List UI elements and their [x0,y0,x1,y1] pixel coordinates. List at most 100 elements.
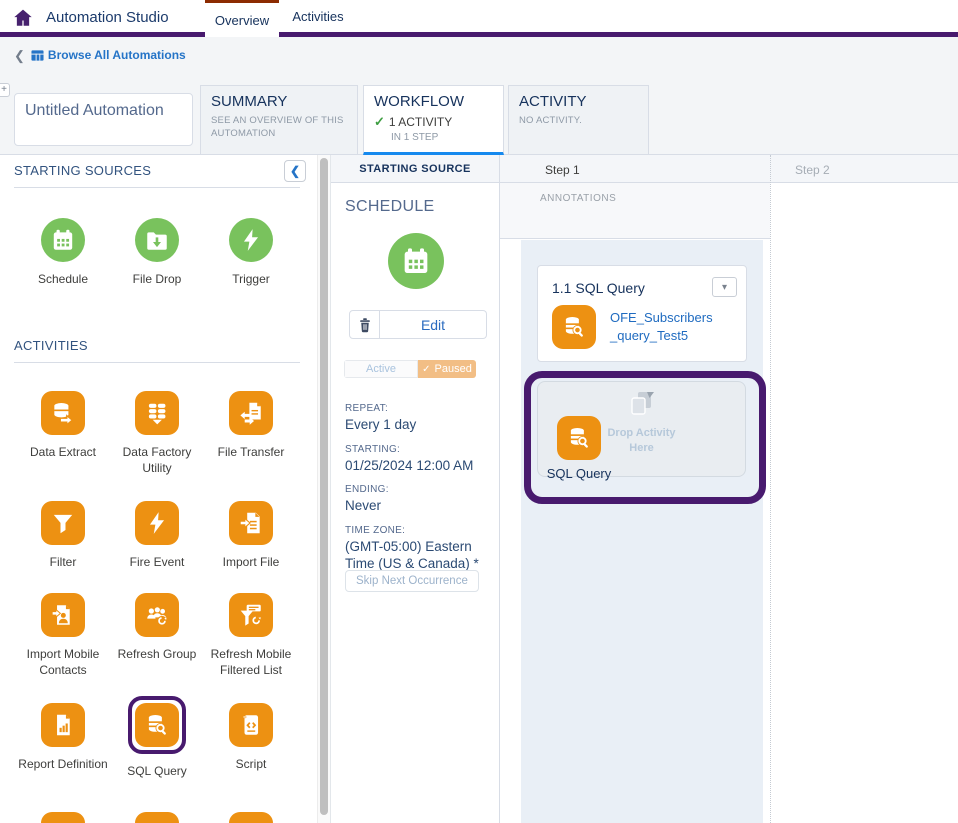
caret-down-icon: ▾ [722,282,727,293]
activity-import-file[interactable]: Import File [204,501,298,571]
activity-filter[interactable]: Filter [16,501,110,571]
activity-label: Import File [223,555,280,571]
starting-source-header: STARTING SOURCE [331,155,499,183]
add-button[interactable]: + [0,83,10,97]
activity-fire-event[interactable]: Fire Event [110,501,204,571]
top-navbar: Automation Studio Overview Activities [0,0,958,37]
activity-card-subtitle: NO ACTIVITY. [519,114,638,127]
funnel-icon [41,501,85,545]
activity-card-title: ACTIVITY [519,93,638,110]
drop-target-highlight: Drop Activity Here SQL Query [524,371,766,504]
starting-source-panel: STARTING SOURCE SCHEDULE Edit Active ✓ P… [330,155,500,823]
timezone-value: (GMT-05:00) Eastern Time (US & Canada) * [345,538,493,573]
activities-row-4: Report Definition SQL Query Script [16,703,300,780]
source-label: File Drop [133,272,182,288]
activity-refresh-group[interactable]: Refresh Group [110,593,204,678]
sql-query-activity-card[interactable]: 1.1 SQL Query ▾ OFE_Subscribers _query_T… [537,265,747,362]
script-icon [229,703,273,747]
dragged-sql-query-icon[interactable] [557,416,601,460]
toggle-active-option[interactable]: Active [344,360,418,378]
activities-row-1: Data Extract Data Factory Utility File T… [16,391,300,476]
schedule-title: SCHEDULE [345,198,435,216]
annotations-band[interactable]: ANNOTATIONS [500,183,770,239]
collapse-sidebar-button[interactable]: ❮ [284,160,306,182]
database-arrow-icon [41,391,85,435]
sidebar-scrollbar[interactable] [317,155,330,823]
activity-label: Import Mobile Contacts [16,647,110,678]
activity-label: Data Extract [30,445,96,461]
activity-data-extract[interactable]: Data Extract [16,391,110,476]
activity-data-factory-utility[interactable]: Data Factory Utility [110,391,204,476]
query-name: OFE_Subscribers _query_Test5 [610,309,713,345]
automation-name-input[interactable]: Untitled Automation [14,93,193,146]
activity-report-definition[interactable]: Report Definition [16,703,110,780]
activity-script[interactable]: Script [204,703,298,780]
timezone-label: TIME ZONE: [345,525,493,536]
tab-activity[interactable]: ACTIVITY NO ACTIVITY. [508,85,649,155]
divider [14,362,300,363]
activity-refresh-mobile-filtered-list[interactable]: Refresh Mobile Filtered List [204,593,298,678]
funnel-refresh-icon [229,593,273,637]
activity-label: Refresh Mobile Filtered List [204,647,298,678]
browse-all-automations-label: Browse All Automations [48,48,186,62]
sql-query-highlight-ring [128,696,186,754]
step-1-header[interactable]: Step 1 [545,163,580,177]
tab-summary[interactable]: SUMMARY SEE AN OVERVIEW OF THIS AUTOMATI… [200,85,358,155]
workflow-canvas: Step 1 Step 2 ANNOTATIONS 1.1 SQL Query … [500,155,958,823]
starting-sources-heading: STARTING SOURCES [14,163,151,178]
folder-down-icon [135,218,179,262]
activity-label: Refresh Group [118,647,197,663]
table-icon [31,49,44,62]
activity-label: SQL Query [127,764,187,780]
repeat-value: Every 1 day [345,416,493,434]
tab-workflow[interactable]: WORKFLOW ✓ 1 ACTIVITY IN 1 STEP [363,85,504,155]
scrollbar-thumb[interactable] [320,158,328,815]
activity-tile[interactable] [204,812,298,823]
delete-schedule-button[interactable] [349,310,380,339]
database-search-icon [552,305,596,349]
browse-all-automations-link[interactable]: Browse All Automations [31,48,186,62]
activity-import-mobile-contacts[interactable]: Import Mobile Contacts [16,593,110,678]
toggle-paused-option[interactable]: ✓ Paused [418,360,476,378]
file-swap-icon [229,391,273,435]
card-dropdown-button[interactable]: ▾ [712,277,737,297]
activity-file-transfer[interactable]: File Transfer [204,391,298,476]
schedule-calendar-icon [388,233,444,289]
active-paused-toggle[interactable]: Active ✓ Paused [344,360,476,378]
app-title: Automation Studio [46,9,169,26]
step-2-header[interactable]: Step 2 [795,163,830,177]
automation-studio-screen: Automation Studio Overview Activities ❮ … [0,0,958,823]
breadcrumb-row: ❮ Browse All Automations [0,37,958,75]
group-refresh-icon [135,593,179,637]
home-icon[interactable] [12,7,34,29]
tab-overview[interactable]: Overview [205,0,279,37]
source-trigger[interactable]: Trigger [204,218,298,288]
main-area: STARTING SOURCES ❮ Schedule File Drop Tr… [0,155,958,823]
database-stack-icon [135,391,179,435]
skip-next-occurrence-button[interactable]: Skip Next Occurrence [345,570,479,592]
starting-sources-row: Schedule File Drop Trigger [16,218,300,288]
activities-row-2: Filter Fire Event Import File [16,501,300,571]
activity-sql-query[interactable]: SQL Query [110,703,204,780]
steps-header-row: Step 1 Step 2 [500,155,958,183]
activity-label: File Transfer [218,445,285,461]
activity-card-title: 1.1 SQL Query [552,280,645,296]
activity-label: Report Definition [18,757,107,773]
source-file-drop[interactable]: File Drop [110,218,204,288]
report-icon [41,703,85,747]
activity-tile[interactable] [110,812,204,823]
activities-row-3: Import Mobile Contacts Refresh Group Ref… [16,593,300,678]
activities-row-5-partial [16,812,300,823]
activities-heading: ACTIVITIES [14,338,88,353]
source-schedule[interactable]: Schedule [16,218,110,288]
tab-activities[interactable]: Activities [284,0,352,32]
file-person-icon [41,593,85,637]
drop-activity-zone[interactable]: Drop Activity Here SQL Query [537,381,746,477]
source-label: Schedule [38,272,88,288]
back-chevron-icon[interactable]: ❮ [14,49,25,62]
check-icon: ✓ [422,364,430,375]
edit-schedule-button[interactable]: Edit [380,310,487,339]
starting-value: 01/25/2024 12:00 AM [345,457,493,475]
activity-tile[interactable] [16,812,110,823]
activity-label: Script [236,757,267,773]
